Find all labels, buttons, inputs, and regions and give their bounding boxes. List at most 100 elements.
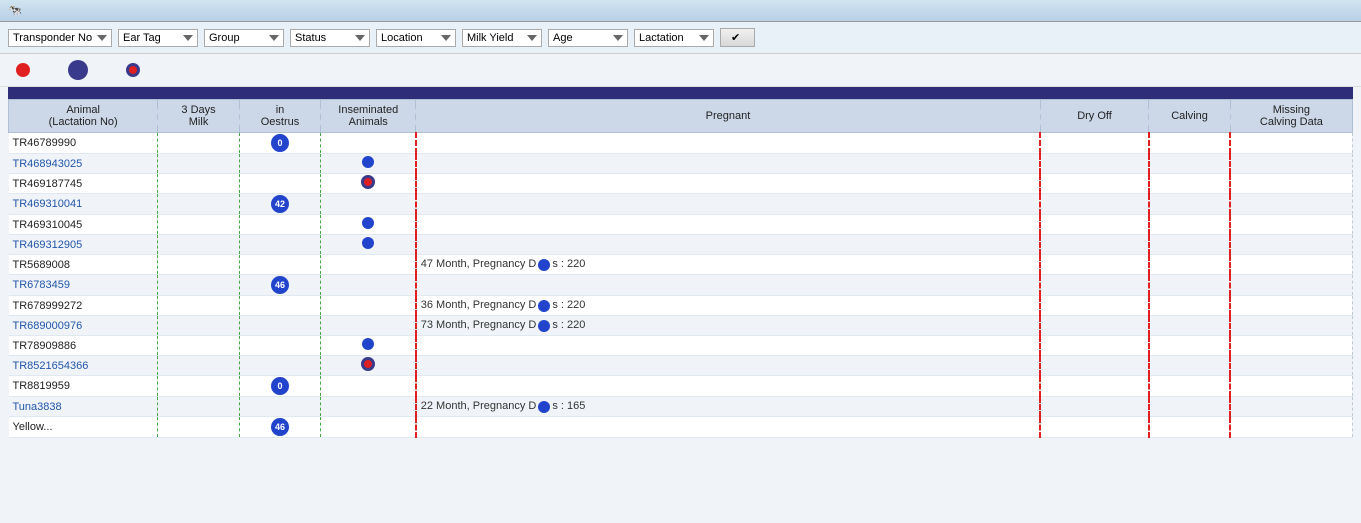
animal-link[interactable]: TR468943025 [13,158,83,170]
calving-cell [1149,133,1230,154]
animal-cell: TR78909886 [9,336,158,356]
transponder-select[interactable]: Transponder No [8,29,112,47]
table-row: Yellow...46 [9,417,1353,438]
calving-cell [1149,194,1230,215]
missing-cell [1230,235,1352,255]
3days-cell [158,417,239,438]
dryoff-cell [1040,235,1149,255]
animal-link[interactable]: Tuna3838 [13,401,62,413]
table-row: TR469187745 [9,174,1353,194]
animal-cell: TR678999272 [9,296,158,316]
lactation-select[interactable]: Lactation [634,29,714,47]
animal-cell[interactable]: TR469310041 [9,194,158,215]
animal-link[interactable]: TR689000976 [13,320,83,332]
dryoff-cell [1040,397,1149,417]
preg-days-text: s : 220 [552,299,585,311]
legend-bar [0,54,1361,87]
3days-cell [158,235,239,255]
location-select[interactable]: Location [376,29,456,47]
dryoff-cell [1040,154,1149,174]
pregnant-cell: 47 Month, Pregnancy Ds : 220 [416,255,1040,275]
oestrus-badge: 46 [271,276,289,294]
pregnant-cell [416,356,1040,376]
col-header-oestrus: inOestrus [239,100,320,133]
3days-cell [158,356,239,376]
table-container[interactable]: Animal(Lactation No) 3 DaysMilk inOestru… [8,99,1353,523]
col-header-dryoff: Dry Off [1040,100,1149,133]
oestrus-cell [239,235,320,255]
inseminated-cell [321,194,416,215]
3days-cell [158,275,239,296]
preg-days-text: s : 220 [552,258,585,270]
oestrus-cell: 46 [239,275,320,296]
calving-cell [1149,154,1230,174]
dryoff-cell [1040,356,1149,376]
legend-oestrus [16,63,36,77]
inseminated-cell [321,336,416,356]
oestrus-cell: 0 [239,133,320,154]
missing-cell [1230,174,1352,194]
table-row: TR67899927236 Month, Pregnancy Ds : 220 [9,296,1353,316]
pregnant-cell [416,275,1040,296]
inseminated-cell [321,316,416,336]
last-date-dot-icon [361,357,375,371]
col-header-missing: MissingCalving Data [1230,100,1352,133]
oestrus-cell: 46 [239,417,320,438]
animal-cell[interactable]: Tuna3838 [9,397,158,417]
oestrus-cell [239,356,320,376]
animal-cell[interactable]: TR469312905 [9,235,158,255]
milk-yield-select[interactable]: Milk Yield [462,29,542,47]
animal-cell[interactable]: TR8521654366 [9,356,158,376]
calving-cell [1149,215,1230,235]
col-header-inseminated: InseminatedAnimals [321,100,416,133]
oestrus-cell [239,336,320,356]
pregnant-cell [416,336,1040,356]
inseminated-cell [321,174,416,194]
animal-cell[interactable]: TR468943025 [9,154,158,174]
inseminated-cell [321,397,416,417]
missing-cell [1230,194,1352,215]
oestrus-cell [239,316,320,336]
dryoff-cell [1040,194,1149,215]
missing-cell [1230,154,1352,174]
status-select[interactable]: Status [290,29,370,47]
table-row: TR68900097673 Month, Pregnancy Ds : 220 [9,316,1353,336]
dryoff-cell [1040,417,1149,438]
oestrus-cell: 0 [239,376,320,397]
inseminated-cell [321,154,416,174]
missing-cell [1230,397,1352,417]
animal-link[interactable]: TR469312905 [13,239,83,251]
group-select[interactable]: Group [204,29,284,47]
animal-cell[interactable]: TR689000976 [9,316,158,336]
submit-button[interactable]: ✔ [720,28,755,47]
dryoff-cell [1040,255,1149,275]
calving-cell [1149,397,1230,417]
table-row: TR88199590 [9,376,1353,397]
missing-cell [1230,275,1352,296]
main-content: Transponder No Ear Tag Group Status Loca… [0,22,1361,523]
dryoff-cell [1040,336,1149,356]
inseminated-cell [321,417,416,438]
ear-tag-select[interactable]: Ear Tag [118,29,198,47]
dryoff-cell [1040,296,1149,316]
missing-cell [1230,356,1352,376]
table-row: Tuna3838 22 Month, Pregnancy Ds : 165 [9,397,1353,417]
inseminated-dot-icon [362,237,374,249]
pregnant-cell: 22 Month, Pregnancy Ds : 165 [416,397,1040,417]
calving-cell [1149,316,1230,336]
animal-cell[interactable]: TR6783459 [9,275,158,296]
calving-cell [1149,356,1230,376]
preg-dot-icon [538,401,550,413]
age-select[interactable]: Age [548,29,628,47]
dryoff-cell [1040,174,1149,194]
pregnancy-text: 47 Month, Pregnancy Ds : 220 [421,258,586,270]
animal-link[interactable]: TR8521654366 [13,360,89,372]
dryoff-cell [1040,133,1149,154]
col-header-3days: 3 DaysMilk [158,100,239,133]
animal-link[interactable]: TR469310041 [13,198,83,210]
pregnant-cell [416,417,1040,438]
preg-dot-icon [538,300,550,312]
inseminated-cell [321,356,416,376]
calving-cell [1149,174,1230,194]
animal-link[interactable]: TR6783459 [13,279,71,291]
